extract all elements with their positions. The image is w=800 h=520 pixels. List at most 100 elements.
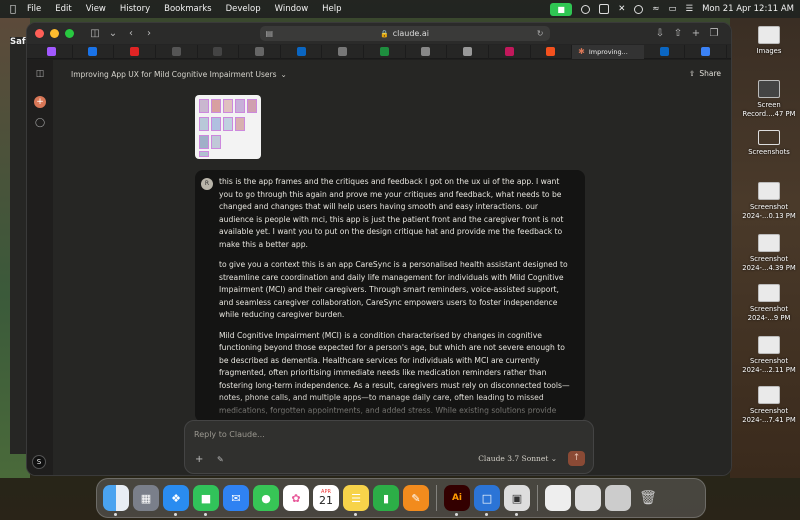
dock-preview[interactable]: □ bbox=[474, 485, 500, 516]
dock-calendar[interactable]: APR 21 bbox=[313, 485, 339, 511]
tab-heart[interactable] bbox=[73, 44, 115, 59]
menu-edit[interactable]: Edit bbox=[55, 4, 71, 14]
tab-chatgpt[interactable] bbox=[406, 44, 448, 59]
tab-circle[interactable] bbox=[447, 44, 489, 59]
desktop-item-label: Screenshot 2024-...9 PM bbox=[747, 305, 791, 322]
tools-icon[interactable]: ✎ bbox=[217, 455, 224, 464]
attached-image-thumbnail[interactable] bbox=[195, 95, 261, 159]
chats-icon[interactable]: ◯ bbox=[34, 118, 46, 130]
menu-view[interactable]: View bbox=[86, 4, 106, 14]
dock-photos[interactable]: ✿ bbox=[283, 485, 309, 511]
dock-recent-2[interactable] bbox=[575, 485, 601, 511]
menu-help[interactable]: Help bbox=[322, 4, 341, 14]
tab-linkedin-1[interactable] bbox=[281, 44, 323, 59]
desktop-item-label: Screenshot 2024-...7.41 PM bbox=[742, 407, 796, 424]
clock[interactable]: Mon 21 Apr 12:11 AM bbox=[702, 4, 794, 14]
new-tab-icon[interactable]: + bbox=[687, 28, 705, 39]
avatar[interactable]: S bbox=[32, 455, 46, 469]
sidebar-toggle-icon[interactable]: ◫ bbox=[86, 28, 104, 39]
tab-active[interactable]: ✱ Improving... bbox=[572, 44, 644, 59]
tab-overview-icon[interactable]: ❐ bbox=[705, 28, 723, 39]
dock-finder[interactable] bbox=[103, 485, 129, 516]
tab-grid[interactable] bbox=[156, 44, 198, 59]
address-bar[interactable]: ▤ 🔒 claude.ai ↻ bbox=[259, 26, 550, 41]
desktop-item-screenshot[interactable]: Screenshot 2024-...0.13 PM bbox=[738, 182, 800, 220]
dock-illustrator[interactable]: Ai bbox=[444, 485, 470, 516]
dock-trash[interactable]: 🗑 bbox=[635, 485, 661, 511]
dock-numbers[interactable]: ▮ bbox=[373, 485, 399, 511]
dock-notes[interactable]: ☰ bbox=[343, 485, 369, 516]
desktop-item-label: Images bbox=[756, 47, 782, 55]
model-selector[interactable]: Claude 3.7 Sonnet ⌄ bbox=[478, 454, 557, 463]
tab-github[interactable] bbox=[322, 44, 364, 59]
lock-icon: 🔒 bbox=[380, 29, 389, 38]
conversation-title[interactable]: Improving App UX for Mild Cognitive Impa… bbox=[71, 70, 287, 79]
tab-linkedin-2[interactable] bbox=[644, 44, 686, 59]
downloads-icon[interactable]: ⇩ bbox=[651, 28, 669, 39]
desktop-item-screenshot[interactable]: Screenshot 2024-...9 PM bbox=[738, 284, 800, 322]
tab-m[interactable] bbox=[239, 44, 281, 59]
desktop-item-screen-recording[interactable]: Screen Record....47 PM bbox=[738, 80, 800, 118]
dock-safari[interactable]: ❖ bbox=[163, 485, 189, 516]
new-chat-icon[interactable]: + bbox=[34, 96, 46, 108]
dock-pages[interactable]: ✎ bbox=[403, 485, 429, 511]
reload-icon[interactable]: ↻ bbox=[537, 29, 544, 38]
menu-history[interactable]: History bbox=[120, 4, 150, 14]
desktop-item-screenshot[interactable]: Screenshot 2024-...7.41 PM bbox=[738, 386, 800, 424]
dock-messages[interactable]: ● bbox=[253, 485, 279, 511]
tab-heart-2[interactable] bbox=[531, 44, 573, 59]
reply-composer[interactable]: Reply to Claude... + ✎ Claude 3.7 Sonnet… bbox=[184, 420, 594, 474]
sidebar-toggle-icon[interactable]: ◫ bbox=[32, 66, 48, 82]
menu-window[interactable]: Window bbox=[275, 4, 309, 14]
dock-recent-1[interactable] bbox=[545, 485, 571, 511]
tab-slash[interactable] bbox=[489, 44, 531, 59]
back-icon[interactable]: ‹ bbox=[122, 28, 140, 39]
send-button[interactable]: ↑ bbox=[568, 451, 585, 466]
attach-icon[interactable]: + bbox=[195, 454, 203, 465]
fullscreen-window-button[interactable] bbox=[65, 29, 74, 38]
dock-launchpad[interactable]: ▦ bbox=[133, 485, 159, 511]
folder-icon bbox=[758, 130, 780, 145]
dock-mail[interactable]: ✉ bbox=[223, 485, 249, 511]
menu-extra-icon[interactable] bbox=[599, 4, 610, 14]
desktop-item-screenshots[interactable]: Screenshots bbox=[738, 130, 800, 157]
minimize-window-button[interactable] bbox=[50, 29, 59, 38]
share-button[interactable]: ⇧ Share bbox=[689, 69, 721, 78]
facetime-status-icon[interactable]: ■ bbox=[550, 2, 573, 16]
share-icon[interactable]: ⇧ bbox=[669, 28, 687, 39]
tab-star[interactable] bbox=[685, 44, 727, 59]
control-center-icon[interactable]: ☰ bbox=[685, 4, 693, 14]
desktop-item-screenshot[interactable]: Screenshot 2024-...2.11 PM bbox=[738, 336, 800, 374]
tab-sheets[interactable] bbox=[364, 44, 406, 59]
desktop-item-screenshot[interactable]: Screenshot 2024-...4.39 PM bbox=[738, 234, 800, 272]
message-paragraph: this is the app frames and the critiques… bbox=[219, 177, 564, 249]
desktop-item-images[interactable]: Images bbox=[738, 26, 800, 56]
menu-bookmarks[interactable]: Bookmarks bbox=[164, 4, 212, 14]
tab-acrobat[interactable] bbox=[114, 44, 156, 59]
bluetooth-icon[interactable]: ✕ bbox=[618, 4, 625, 14]
menu-file[interactable]: File bbox=[27, 4, 41, 14]
reply-input[interactable]: Reply to Claude... bbox=[194, 430, 265, 439]
wifi-icon[interactable]: ≈ bbox=[652, 4, 659, 14]
acrobat-icon bbox=[130, 47, 140, 56]
sheets-icon bbox=[379, 47, 389, 56]
page-title: Improving App UX for Mild Cognitive Impa… bbox=[71, 70, 277, 79]
tab-k[interactable] bbox=[198, 44, 240, 59]
dock-facetime[interactable]: ■ bbox=[193, 485, 219, 516]
tab-figma[interactable] bbox=[31, 44, 73, 59]
apple-menu-icon[interactable]:  bbox=[6, 4, 20, 15]
page-menu-icon[interactable]: ▤ bbox=[266, 29, 274, 38]
dock-screenshot-app[interactable]: ▣ bbox=[504, 485, 530, 516]
dock-recent-3[interactable] bbox=[605, 485, 631, 511]
menu-develop[interactable]: Develop bbox=[226, 4, 261, 14]
forward-icon[interactable]: › bbox=[140, 28, 158, 39]
desktop-item-label: Screenshot 2024-...0.13 PM bbox=[742, 203, 796, 220]
message-paragraph: to give you a context this is an app Car… bbox=[219, 260, 568, 319]
close-window-button[interactable] bbox=[35, 29, 44, 38]
play-status-icon[interactable] bbox=[634, 4, 644, 14]
claude-app: ◫ + ◯ S Improving App UX for Mild Cognit… bbox=[27, 60, 731, 475]
tab-group-icon[interactable]: ⌄ bbox=[104, 28, 122, 39]
screen-record-icon[interactable] bbox=[581, 4, 591, 14]
battery-icon[interactable]: ▭ bbox=[668, 4, 676, 14]
user-message: R this is the app frames and the critiqu… bbox=[195, 170, 585, 422]
